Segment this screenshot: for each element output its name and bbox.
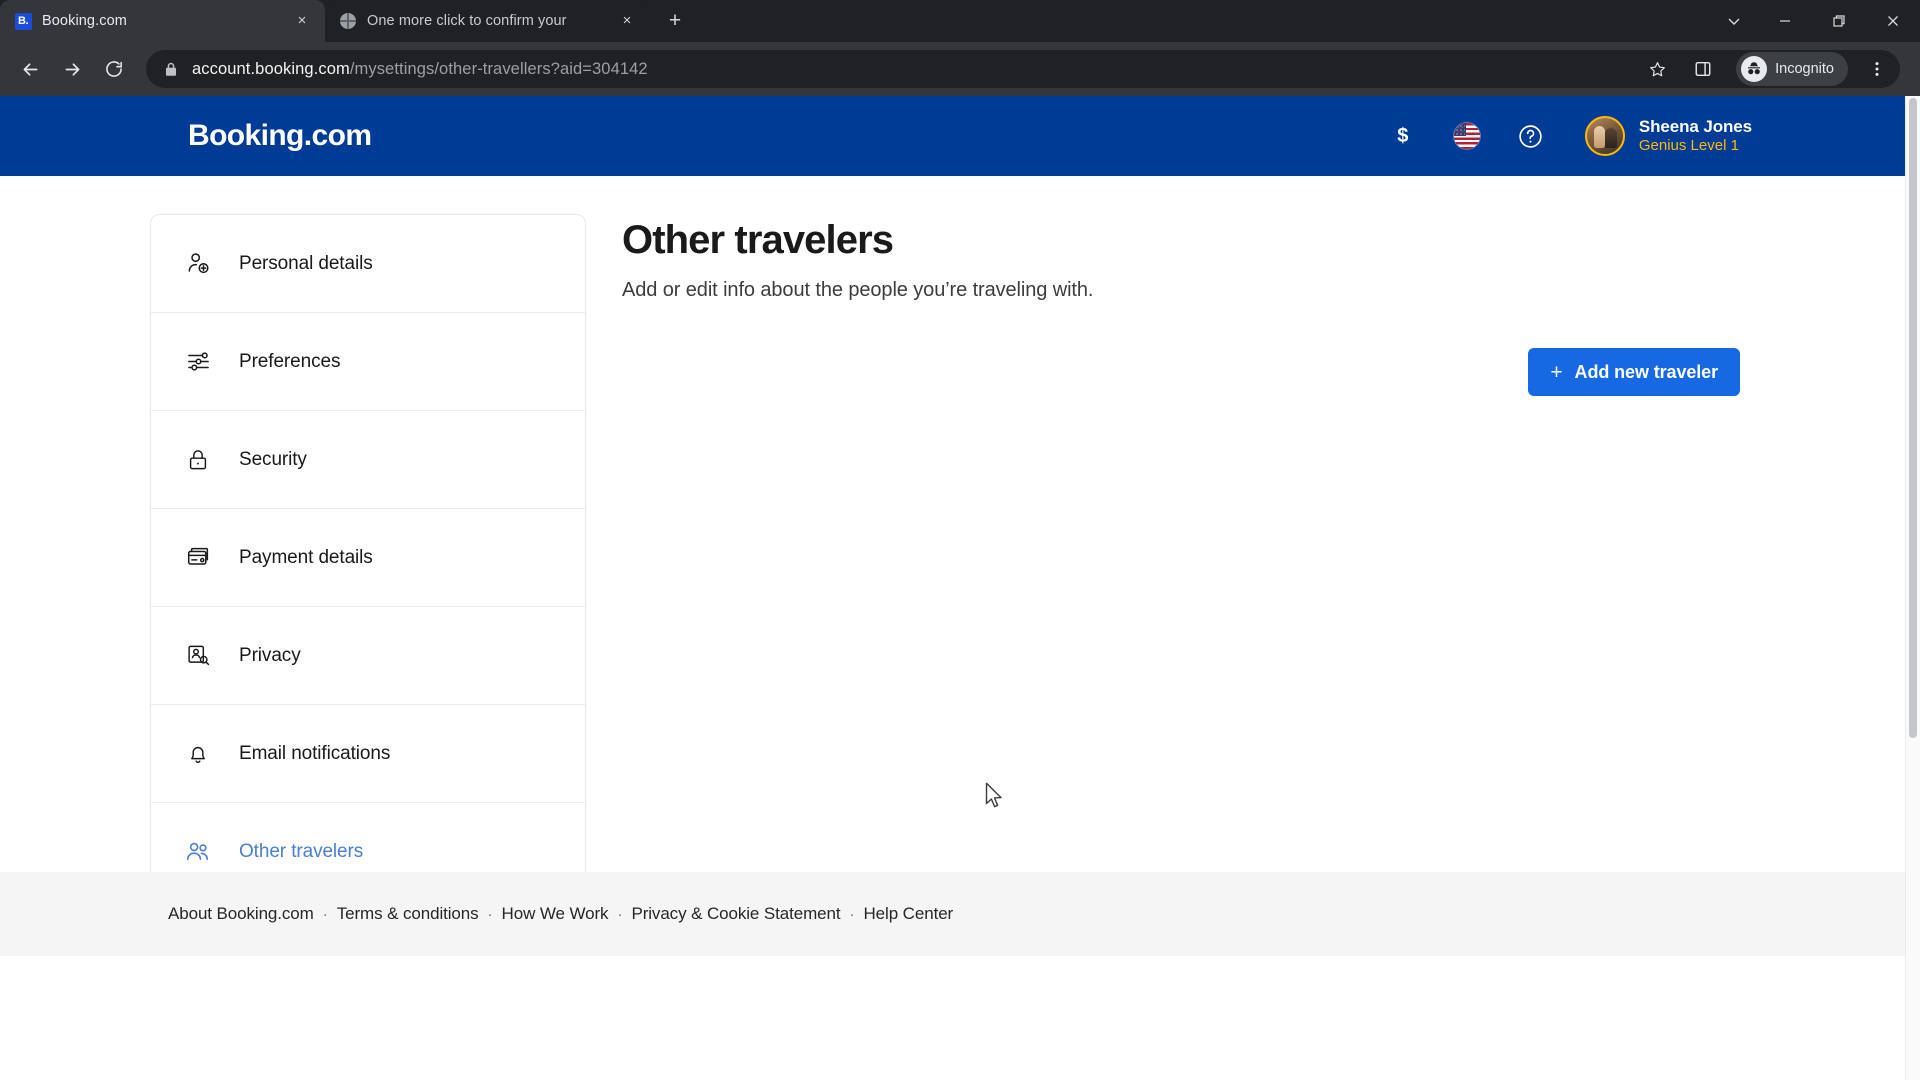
globe-icon	[339, 12, 357, 30]
main-content: Other travelers Add or edit info about t…	[622, 214, 1740, 902]
site-header: Booking.com $ Sheena Jones Genius Level …	[0, 96, 1920, 176]
sidebar-item-personal-details[interactable]: Personal details	[151, 215, 585, 313]
back-arrow-icon[interactable]	[10, 49, 50, 89]
address-bar[interactable]: account.booking.com/mysettings/other-tra…	[146, 50, 1900, 88]
person-add-icon	[185, 251, 211, 277]
settings-sidebar: Personal details Preferences Security Pa…	[150, 214, 586, 902]
genius-level-badge: Genius Level 1	[1638, 137, 1739, 155]
three-dot-menu-icon[interactable]	[1860, 49, 1894, 89]
browser-tab-confirm[interactable]: One more click to confirm your ×	[325, 0, 650, 42]
footer-separator: ·	[617, 905, 623, 923]
sliders-icon	[185, 349, 211, 375]
page-body: Personal details Preferences Security Pa…	[0, 176, 1920, 956]
page-viewport: Booking.com $ Sheena Jones Genius Level …	[0, 96, 1920, 1080]
maximize-restore-icon[interactable]	[1812, 0, 1866, 42]
url-text: account.booking.com/mysettings/other-tra…	[192, 60, 1628, 79]
page-subtitle: Add or edit info about the people you’re…	[622, 279, 1094, 301]
action-row: + Add new traveler	[622, 348, 1740, 396]
lock-icon	[164, 61, 180, 77]
footer-link-how-we-work[interactable]: How We Work	[502, 904, 609, 924]
sidebar-item-security[interactable]: Security	[151, 411, 585, 509]
browser-tab-booking[interactable]: B. Booking.com ×	[0, 0, 325, 42]
scrollbar-thumb[interactable]	[1909, 98, 1917, 738]
sidebar-item-payment-details[interactable]: Payment details	[151, 509, 585, 607]
sidebar-item-email-notifications[interactable]: Email notifications	[151, 705, 585, 803]
footer-link-privacy-cookie[interactable]: Privacy & Cookie Statement	[631, 904, 840, 924]
header-actions: $ Sheena Jones Genius Level 1	[1371, 114, 1896, 158]
url-host: account.booking.com	[192, 59, 350, 78]
credit-card-icon	[185, 545, 211, 571]
window-controls	[1710, 0, 1920, 42]
bell-icon	[185, 741, 211, 767]
page-title: Other travelers	[622, 218, 894, 262]
incognito-icon	[1741, 56, 1768, 82]
sidebar-item-label: Email notifications	[239, 742, 391, 764]
booking-logo[interactable]: Booking.com	[188, 119, 372, 153]
settings-layout: Personal details Preferences Security Pa…	[0, 176, 1920, 902]
reload-icon[interactable]	[94, 49, 134, 89]
add-new-traveler-label: Add new traveler	[1574, 361, 1719, 382]
privacy-person-icon	[185, 643, 211, 669]
url-path: /mysettings/other-travellers?aid=304142	[349, 59, 648, 78]
user-info: Sheena Jones Genius Level 1	[1639, 116, 1752, 156]
page-scrollbar[interactable]	[1905, 96, 1920, 1080]
side-panel-icon[interactable]	[1686, 52, 1720, 86]
footer-separator: ·	[849, 905, 855, 923]
close-tab-icon[interactable]: ×	[616, 10, 638, 32]
tab-strip: B. Booking.com × One more click to confi…	[0, 0, 1920, 42]
forward-arrow-icon[interactable]	[52, 49, 92, 89]
browser-window: B. Booking.com × One more click to confi…	[0, 0, 1920, 1080]
star-icon[interactable]	[1640, 52, 1674, 86]
lock-icon	[185, 447, 211, 473]
sidebar-item-label: Other travelers	[239, 841, 364, 862]
footer-links: About Booking.com · Terms & conditions ·…	[168, 904, 953, 924]
sidebar-item-preferences[interactable]: Preferences	[151, 313, 585, 411]
tab-title: Booking.com	[42, 13, 127, 29]
sidebar-item-label: Security	[239, 448, 307, 470]
footer-separator: ·	[487, 905, 493, 923]
tab-search-chevron-down-icon[interactable]	[1710, 0, 1758, 42]
footer-link-about[interactable]: About Booking.com	[168, 904, 314, 924]
add-new-traveler-button[interactable]: + Add new traveler	[1528, 348, 1740, 396]
browser-toolbar: account.booking.com/mysettings/other-tra…	[0, 42, 1920, 96]
user-profile-button[interactable]: Sheena Jones Genius Level 1	[1584, 116, 1752, 156]
people-icon	[185, 839, 211, 865]
currency-selector-icon[interactable]: $	[1381, 114, 1425, 158]
sidebar-item-label: Payment details	[239, 546, 373, 568]
sidebar-item-label: Preferences	[239, 350, 341, 372]
booking-favicon: B.	[14, 12, 32, 30]
new-tab-button[interactable]: +	[658, 4, 692, 38]
plus-icon: +	[1550, 360, 1563, 384]
site-footer: About Booking.com · Terms & conditions ·…	[0, 872, 1920, 956]
sidebar-item-privacy[interactable]: Privacy	[151, 607, 585, 705]
incognito-label: Incognito	[1775, 61, 1834, 77]
close-window-icon[interactable]	[1866, 0, 1920, 42]
sidebar-item-label: Privacy	[239, 644, 301, 666]
incognito-profile-button[interactable]: Incognito	[1736, 52, 1848, 86]
footer-separator: ·	[322, 905, 328, 923]
help-icon[interactable]	[1509, 114, 1553, 158]
user-name: Sheena Jones	[1638, 117, 1752, 136]
close-tab-icon[interactable]: ×	[291, 10, 313, 32]
tab-title: One more click to confirm your	[367, 13, 567, 29]
language-selector-us-flag-icon[interactable]	[1445, 114, 1489, 158]
sidebar-item-label: Personal details	[239, 252, 373, 274]
footer-link-terms[interactable]: Terms & conditions	[337, 904, 479, 924]
avatar	[1584, 116, 1625, 156]
footer-link-help-center[interactable]: Help Center	[864, 904, 954, 924]
minimize-icon[interactable]	[1758, 0, 1812, 42]
